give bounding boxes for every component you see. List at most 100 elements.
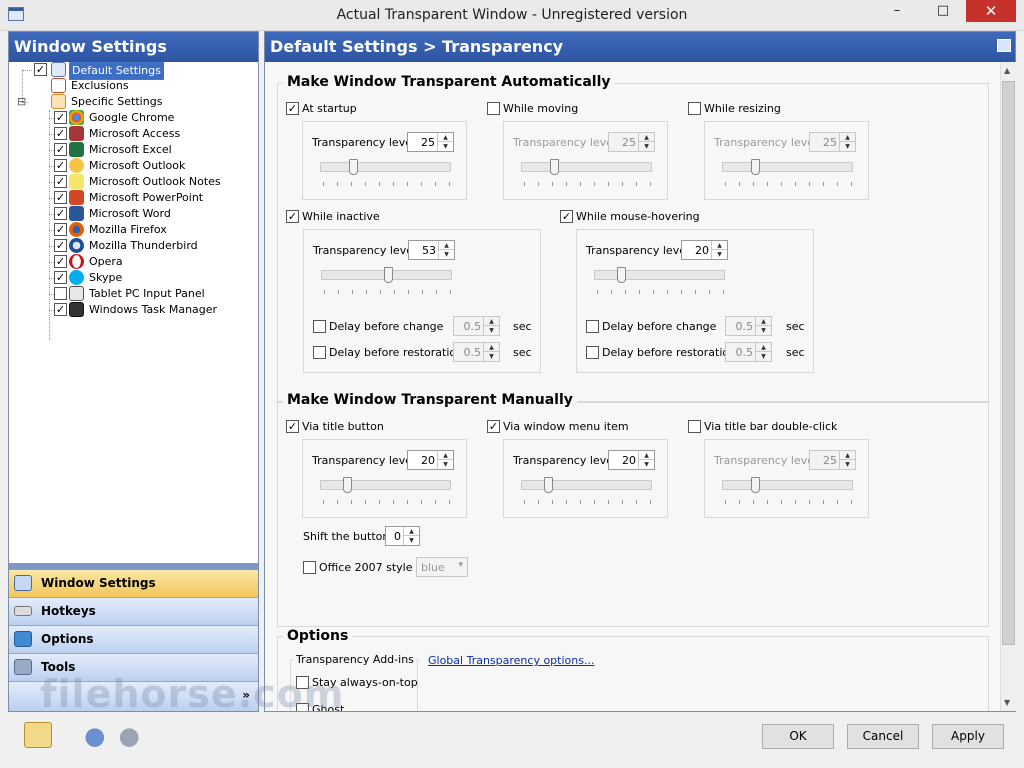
spin-down-icon[interactable]: ▼ <box>437 460 453 469</box>
checkbox-app[interactable]: ✓ <box>54 271 67 284</box>
checkbox-app[interactable]: ✓ <box>54 111 67 124</box>
spin-up-icon[interactable]: ▲ <box>755 343 771 352</box>
apply-button[interactable]: Apply <box>932 724 1004 749</box>
spin-down-icon[interactable]: ▼ <box>755 352 771 361</box>
spin-down-icon[interactable]: ▼ <box>437 142 453 151</box>
checkbox-app[interactable]: ✓ <box>54 175 67 188</box>
spin-up-icon[interactable]: ▲ <box>711 241 727 250</box>
checkbox-box[interactable] <box>487 102 500 115</box>
spin-up-icon[interactable]: ▲ <box>403 527 419 536</box>
slider-thumb[interactable] <box>751 159 760 175</box>
hovering-delay-restore-spinner[interactable]: 0.5 ▲ ▼ <box>725 342 772 362</box>
maximize-button[interactable]: □ <box>920 0 966 22</box>
tree-item-app[interactable]: ✓ Microsoft Outlook <box>9 158 258 174</box>
hovering-delay-change-spinner[interactable]: 0.5 ▲ ▼ <box>725 316 772 336</box>
tree-item-app[interactable]: ✓ Windows Task Manager <box>9 302 258 318</box>
slider-thumb[interactable] <box>617 267 626 283</box>
spin-down-icon[interactable]: ▼ <box>755 326 771 335</box>
spin-up-icon[interactable]: ▲ <box>438 241 454 250</box>
while-resizing-level-spinner[interactable]: 25 ▲ ▼ <box>809 132 856 152</box>
via-title-button-slider[interactable] <box>320 480 451 490</box>
shift-buttons-spinner[interactable]: 0 ▲ ▼ <box>385 526 420 546</box>
while-resizing-slider[interactable] <box>722 162 853 172</box>
via-menu-item-slider[interactable] <box>521 480 652 490</box>
checkbox-app[interactable] <box>54 287 67 300</box>
tree-item-app[interactable]: ✓ Skype <box>9 270 258 286</box>
inactive-delay-restore-spinner[interactable]: 0.5 ▲ ▼ <box>453 342 500 362</box>
tree-item-app[interactable]: ✓ Mozilla Thunderbird <box>9 238 258 254</box>
undo-icon[interactable] <box>78 722 106 748</box>
tree-item-default-settings[interactable]: ✓ Default Settings <box>9 62 258 80</box>
nav-options[interactable]: Options <box>9 625 258 653</box>
tree-item-app[interactable]: Tablet PC Input Panel <box>9 286 258 302</box>
spin-down-icon[interactable]: ▼ <box>638 142 654 151</box>
while-hovering-slider[interactable] <box>594 270 725 280</box>
spin-down-icon[interactable]: ▼ <box>403 536 419 545</box>
global-transparency-link[interactable]: Global Transparency options... <box>428 654 594 667</box>
checkbox-app[interactable]: ✓ <box>54 191 67 204</box>
slider-thumb[interactable] <box>349 159 358 175</box>
spin-down-icon[interactable]: ▼ <box>839 142 855 151</box>
checkbox-default-settings[interactable]: ✓ <box>34 63 47 76</box>
at-startup-level-spinner[interactable]: 25 ▲ ▼ <box>407 132 454 152</box>
at-startup-slider[interactable] <box>320 162 451 172</box>
tree-item-app[interactable]: ✓ Microsoft Excel <box>9 142 258 158</box>
nav-window-settings[interactable]: Window Settings <box>9 569 258 597</box>
spin-up-icon[interactable]: ▲ <box>755 317 771 326</box>
while-moving-slider[interactable] <box>521 162 652 172</box>
tree-item-app[interactable]: ✓ Microsoft Word <box>9 206 258 222</box>
checkbox-box[interactable] <box>313 346 326 359</box>
help-icon[interactable] <box>24 722 52 748</box>
slider-thumb[interactable] <box>751 477 760 493</box>
spin-up-icon[interactable]: ▲ <box>437 133 453 142</box>
spin-up-icon[interactable]: ▲ <box>437 451 453 460</box>
tree-item-app[interactable]: ✓ Microsoft PowerPoint <box>9 190 258 206</box>
spin-down-icon[interactable]: ▼ <box>839 460 855 469</box>
spin-down-icon[interactable]: ▼ <box>483 352 499 361</box>
spin-up-icon[interactable]: ▲ <box>839 133 855 142</box>
minimize-button[interactable]: – <box>874 0 920 22</box>
tree-item-app[interactable]: ✓ Microsoft Access <box>9 126 258 142</box>
close-button[interactable]: ✕ <box>966 0 1016 22</box>
scroll-down-icon[interactable]: ▼ <box>1004 698 1010 707</box>
cancel-button[interactable]: Cancel <box>847 724 919 749</box>
checkbox-box[interactable] <box>586 320 599 333</box>
via-menu-item-level-spinner[interactable]: 20 ▲ ▼ <box>608 450 655 470</box>
spin-up-icon[interactable]: ▲ <box>483 317 499 326</box>
slider-thumb[interactable] <box>343 477 352 493</box>
office-style-select[interactable]: blue ▾ <box>416 557 468 577</box>
settings-tree[interactable]: ✓ Default Settings Exclusions ⊟ Specific… <box>9 62 258 592</box>
checkbox-app[interactable]: ✓ <box>54 159 67 172</box>
slider-thumb[interactable] <box>544 477 553 493</box>
checkbox-box[interactable] <box>303 561 316 574</box>
restore-panel-icon[interactable] <box>997 39 1011 52</box>
checkbox-app[interactable]: ✓ <box>54 127 67 140</box>
spin-down-icon[interactable]: ▼ <box>483 326 499 335</box>
while-inactive-level-spinner[interactable]: 53 ▲ ▼ <box>408 240 455 260</box>
checkbox-app[interactable]: ✓ <box>54 223 67 236</box>
checkbox-box[interactable] <box>586 346 599 359</box>
inactive-delay-change-spinner[interactable]: 0.5 ▲ ▼ <box>453 316 500 336</box>
title-bar[interactable]: Actual Transparent Window - Unregistered… <box>0 0 1024 31</box>
checkbox-app[interactable]: ✓ <box>54 143 67 156</box>
checkbox-box[interactable] <box>688 102 701 115</box>
via-double-click-level-spinner[interactable]: 25 ▲ ▼ <box>809 450 856 470</box>
scroll-up-icon[interactable]: ▲ <box>1004 66 1010 75</box>
tree-item-app[interactable]: ✓ Microsoft Outlook Notes <box>9 174 258 190</box>
spin-down-icon[interactable]: ▼ <box>711 250 727 259</box>
spin-up-icon[interactable]: ▲ <box>839 451 855 460</box>
checkbox-app[interactable]: ✓ <box>54 239 67 252</box>
tree-item-app[interactable]: ✓ Opera <box>9 254 258 270</box>
spin-up-icon[interactable]: ▲ <box>483 343 499 352</box>
via-double-click-slider[interactable] <box>722 480 853 490</box>
checkbox-box[interactable] <box>688 420 701 433</box>
checkbox-app[interactable]: ✓ <box>54 255 67 268</box>
checkbox-box[interactable]: ✓ <box>487 420 500 433</box>
ok-button[interactable]: OK <box>762 724 834 749</box>
scrollbar-thumb[interactable] <box>1002 81 1015 645</box>
tree-item-specific-settings[interactable]: ⊟ Specific Settings <box>9 94 258 110</box>
checkbox-app[interactable]: ✓ <box>54 303 67 316</box>
tree-item-app[interactable]: ✓ Google Chrome <box>9 110 258 126</box>
collapse-icon[interactable]: ⊟ <box>17 94 26 110</box>
while-hovering-level-spinner[interactable]: 20 ▲ ▼ <box>681 240 728 260</box>
